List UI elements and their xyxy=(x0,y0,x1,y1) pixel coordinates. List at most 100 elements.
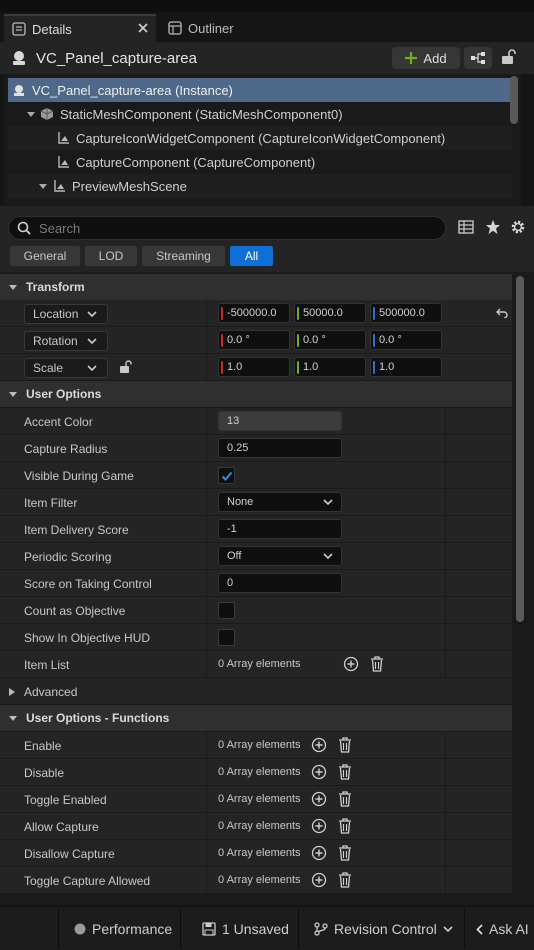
column-divider xyxy=(206,327,207,353)
periodic-scoring-dropdown[interactable]: Off xyxy=(218,546,342,566)
collapse-arrow-icon[interactable] xyxy=(8,282,18,292)
collapse-arrow-icon[interactable] xyxy=(38,181,48,191)
hierarchy-button[interactable] xyxy=(464,47,492,69)
plus-icon xyxy=(405,52,418,64)
add-button-label: Add xyxy=(423,50,447,66)
scale-mode-dropdown[interactable]: Scale xyxy=(24,358,108,378)
rotation-y-field[interactable]: 0.0 ° xyxy=(294,330,366,350)
unlock-icon[interactable] xyxy=(500,49,516,65)
search-input[interactable] xyxy=(39,220,419,236)
scale-lock-icon[interactable] xyxy=(118,360,132,374)
property-row-toggle-capture-allowed: Toggle Capture Allowed 0 Array elements xyxy=(0,867,512,894)
score-on-taking-control-field[interactable]: 0 xyxy=(218,573,342,593)
expand-arrow-icon[interactable] xyxy=(8,687,16,697)
rotation-mode-dropdown[interactable]: Rotation xyxy=(24,331,108,351)
star-icon[interactable] xyxy=(485,219,501,235)
tab-outliner-label: Outliner xyxy=(188,20,234,36)
property-matrix-icon[interactable] xyxy=(458,219,474,235)
tree-item-capture-component[interactable]: CaptureComponent (CaptureComponent) xyxy=(8,150,512,174)
trash-icon[interactable] xyxy=(370,656,384,672)
property-label: Toggle Enabled xyxy=(24,793,107,807)
property-grid-scrollbar[interactable] xyxy=(516,276,524,622)
category-title: User Options - Functions xyxy=(26,711,170,725)
filter-general[interactable]: General xyxy=(10,246,80,266)
window-top-strip xyxy=(0,0,534,12)
add-element-icon[interactable] xyxy=(343,656,359,672)
collapse-arrow-icon[interactable] xyxy=(26,109,36,119)
actor-icon xyxy=(10,49,28,67)
scale-x-field[interactable]: 1.0 xyxy=(218,357,290,377)
add-element-icon[interactable] xyxy=(311,818,327,834)
trash-icon[interactable] xyxy=(338,845,352,861)
ask-ai-button[interactable]: Ask AI xyxy=(476,907,529,950)
trash-icon[interactable] xyxy=(338,791,352,807)
scale-y-field[interactable]: 1.0 xyxy=(294,357,366,377)
property-row-item-filter: Item Filter None xyxy=(0,489,512,516)
property-label: Enable xyxy=(24,739,62,753)
close-icon[interactable] xyxy=(138,23,148,33)
location-x-field[interactable]: -500000.0 xyxy=(218,303,290,323)
collapse-arrow-icon[interactable] xyxy=(8,389,18,399)
category-user-options[interactable]: User Options xyxy=(0,381,512,407)
column-divider xyxy=(206,624,207,650)
tree-scrollbar[interactable] xyxy=(510,76,518,124)
property-row-count-as-objective: Count as Objective xyxy=(0,597,512,624)
collapse-arrow-icon[interactable] xyxy=(8,713,18,723)
add-element-icon[interactable] xyxy=(311,737,327,753)
tree-item-label: CaptureIconWidgetComponent (CaptureIconW… xyxy=(76,130,446,146)
gear-icon[interactable] xyxy=(510,219,526,235)
item-filter-dropdown[interactable]: None xyxy=(218,492,342,512)
outliner-icon xyxy=(168,21,182,35)
static-mesh-icon xyxy=(40,107,54,121)
reset-to-default-icon[interactable] xyxy=(496,308,508,318)
add-element-icon[interactable] xyxy=(311,845,327,861)
property-row-location: Location -500000.0 50000.0 500000.0 xyxy=(0,300,512,327)
advanced-expander[interactable]: Advanced xyxy=(0,678,512,705)
count-as-objective-checkbox[interactable] xyxy=(218,602,235,619)
unsaved-button[interactable]: 1 Unsaved xyxy=(202,907,289,950)
tree-item-static-mesh[interactable]: StaticMeshComponent (StaticMeshComponent… xyxy=(8,102,512,126)
performance-button[interactable]: Performance xyxy=(74,907,172,950)
column-divider xyxy=(445,516,446,542)
advanced-label: Advanced xyxy=(24,685,78,699)
add-component-button[interactable]: Add xyxy=(392,47,460,69)
trash-icon[interactable] xyxy=(338,872,352,888)
add-element-icon[interactable] xyxy=(311,791,327,807)
item-delivery-score-field[interactable]: -1 xyxy=(218,519,342,539)
column-divider xyxy=(445,435,446,461)
array-count: 0 Array elements xyxy=(218,766,301,778)
property-label: Allow Capture xyxy=(24,820,99,834)
property-row-item-delivery-score: Item Delivery Score -1 xyxy=(0,516,512,543)
tree-item-preview-mesh-scene[interactable]: PreviewMeshScene xyxy=(8,174,512,198)
filter-streaming[interactable]: Streaming xyxy=(142,246,225,266)
tree-item-instance[interactable]: VC_Panel_capture-area (Instance) xyxy=(8,78,512,102)
category-transform[interactable]: Transform xyxy=(0,274,512,300)
rotation-x-field[interactable]: 0.0 ° xyxy=(218,330,290,350)
filter-lod[interactable]: LOD xyxy=(85,246,137,266)
scale-z-field[interactable]: 1.0 xyxy=(370,357,442,377)
location-z-field[interactable]: 500000.0 xyxy=(370,303,442,323)
scene-component-icon xyxy=(56,131,70,145)
show-in-objective-hud-checkbox[interactable] xyxy=(218,629,235,646)
column-divider xyxy=(445,786,446,812)
tab-details[interactable]: Details xyxy=(4,14,156,42)
details-icon xyxy=(12,22,26,36)
location-y-field[interactable]: 50000.0 xyxy=(294,303,366,323)
add-element-icon[interactable] xyxy=(311,764,327,780)
revision-control-button[interactable]: Revision Control xyxy=(314,907,453,950)
add-element-icon[interactable] xyxy=(311,872,327,888)
visible-during-game-checkbox[interactable] xyxy=(218,467,235,484)
rotation-z-field[interactable]: 0.0 ° xyxy=(370,330,442,350)
location-label: Location xyxy=(33,307,79,321)
trash-icon[interactable] xyxy=(338,764,352,780)
capture-radius-field[interactable]: 0.25 xyxy=(218,438,342,458)
location-mode-dropdown[interactable]: Location xyxy=(24,304,108,324)
category-user-options-functions[interactable]: User Options - Functions xyxy=(0,705,512,731)
tab-outliner[interactable]: Outliner xyxy=(160,14,290,42)
filter-all[interactable]: All xyxy=(230,246,273,266)
trash-icon[interactable] xyxy=(338,737,352,753)
tree-item-capture-icon-widget[interactable]: CaptureIconWidgetComponent (CaptureIconW… xyxy=(8,126,512,150)
accent-color-slider[interactable]: 13 xyxy=(218,411,342,431)
trash-icon[interactable] xyxy=(338,818,352,834)
periodic-scoring-value: Off xyxy=(227,550,242,562)
